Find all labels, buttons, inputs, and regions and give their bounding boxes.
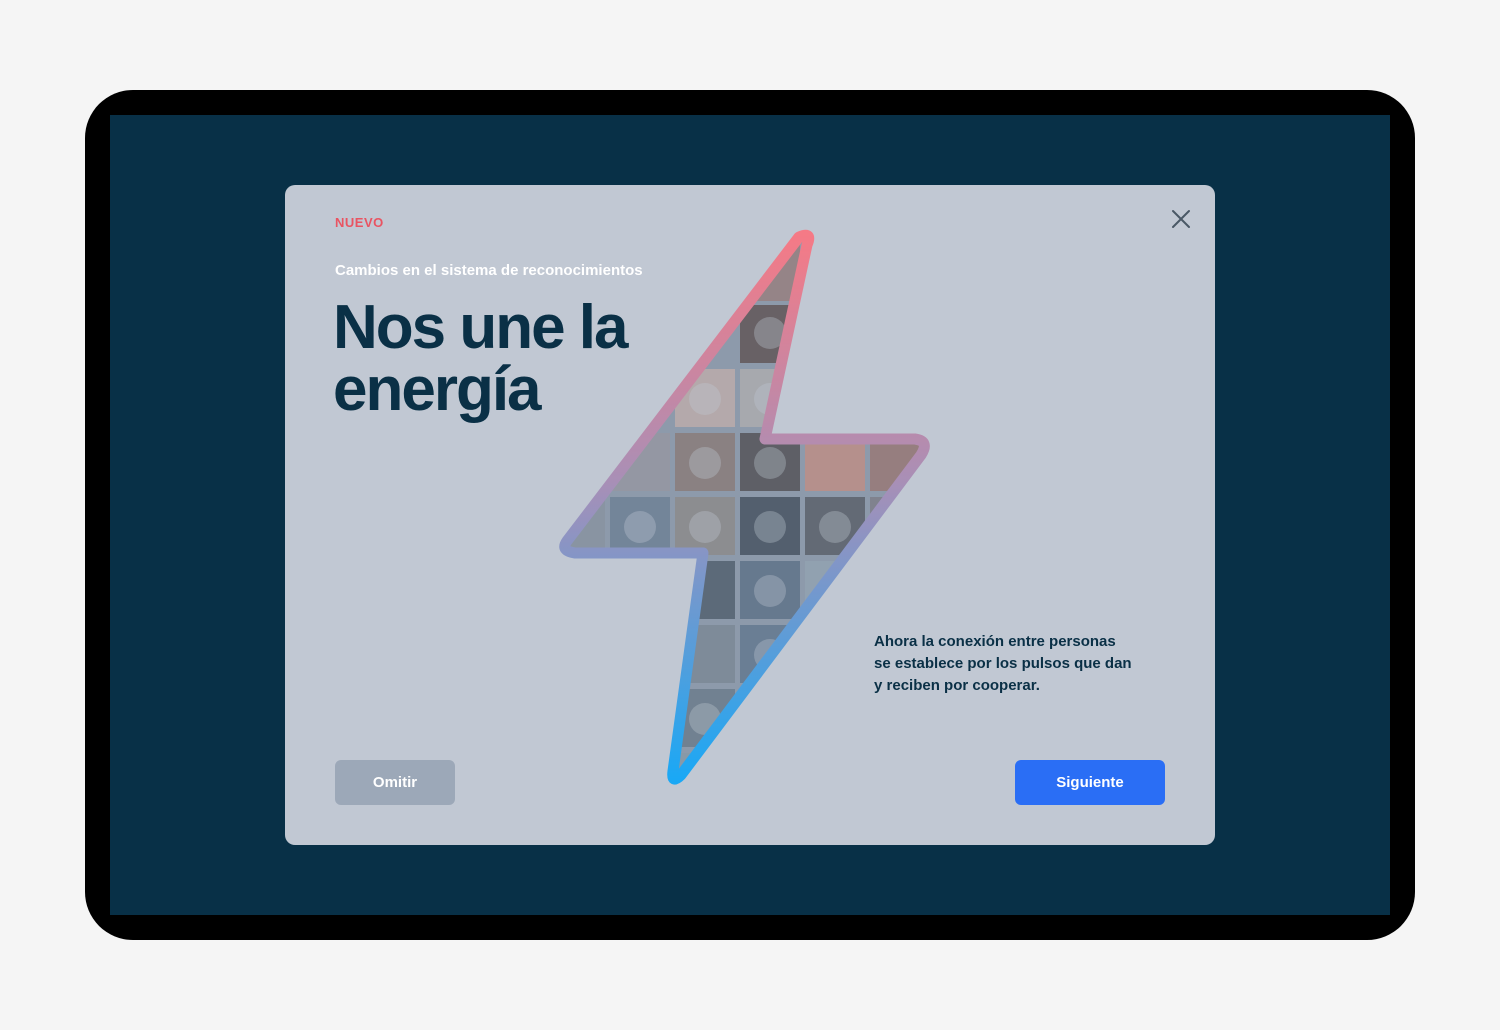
next-button[interactable]: Siguiente: [1015, 760, 1165, 805]
close-button[interactable]: [1169, 207, 1193, 231]
lightning-bolt-illustration: [559, 229, 930, 785]
new-badge: NUEVO: [335, 215, 384, 230]
skip-button[interactable]: Omitir: [335, 760, 455, 805]
headline-line-2: energía: [333, 355, 542, 424]
onboarding-modal: NUEVO Cambios en el sistema de reconocim…: [285, 185, 1215, 845]
app-screen: NUEVO Cambios en el sistema de reconocim…: [110, 115, 1390, 915]
close-icon: [1172, 210, 1190, 228]
modal-description: Ahora la conexión entre personas se esta…: [874, 633, 1132, 694]
tablet-frame: NUEVO Cambios en el sistema de reconocim…: [85, 90, 1415, 940]
